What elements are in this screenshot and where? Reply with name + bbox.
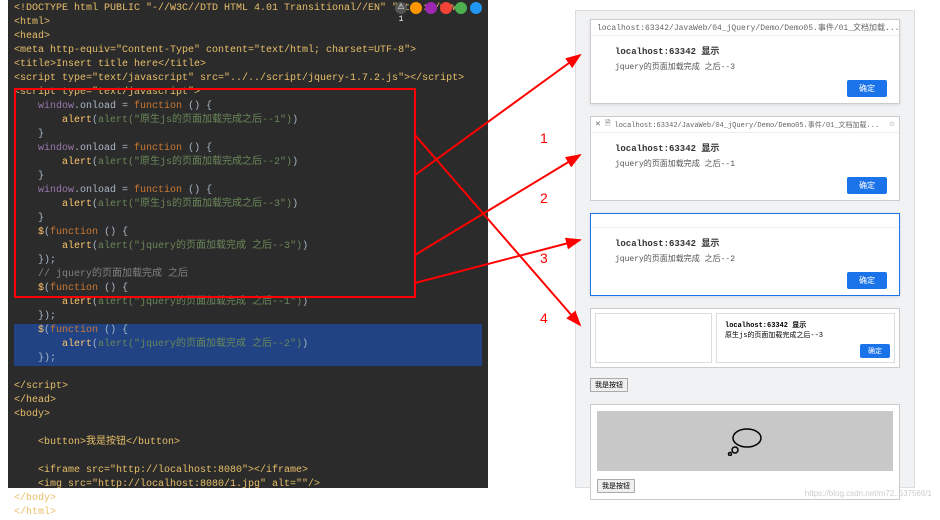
dialog-url: [591, 214, 899, 228]
code-line: <head>: [14, 30, 482, 44]
code-line-highlighted: });: [14, 352, 482, 366]
code-line: $(function () {: [14, 282, 482, 296]
blue-icon: [470, 2, 482, 14]
circle-icon: [425, 2, 437, 14]
page-image: [597, 411, 893, 471]
dialog-message: jquery的页面加载完成 之后--2: [615, 253, 887, 264]
code-line-highlighted: $(function () {: [14, 324, 482, 338]
code-line-highlighted: alert(alert("jquery的页面加载完成 之后--2")): [14, 338, 482, 352]
code-line: [14, 422, 482, 436]
code-line: <title>Insert title here</title>: [14, 58, 482, 72]
code-line: alert(alert("jquery的页面加载完成 之后--3")): [14, 240, 482, 254]
dialog-host: localhost:63342 显示: [725, 320, 886, 330]
alert-dialog-3: localhost:63342 显示 jquery的页面加载完成 之后--2 确…: [590, 213, 900, 296]
step-label-2: 2: [540, 190, 548, 206]
code-line: </script>: [14, 380, 482, 394]
dialog-message: jquery的页面加载完成 之后--1: [615, 158, 887, 169]
step-label-3: 3: [540, 250, 548, 266]
code-line: });: [14, 254, 482, 268]
code-line: window.onload = function () {: [14, 142, 482, 156]
dialog-message: jquery的页面加载完成 之后--3: [615, 61, 887, 72]
code-line: </body>: [14, 492, 482, 506]
code-line: $(function () {: [14, 226, 482, 240]
url-text: localhost:63342/JavaWeb/04_jQuery/Demo/D…: [615, 120, 885, 130]
code-line: window.onload = function () {: [14, 100, 482, 114]
code-line: <meta http-equiv="Content-Type" content=…: [14, 44, 482, 58]
dialog-host: localhost:63342 显示: [615, 236, 887, 249]
rendered-page: 我是按钮: [590, 404, 900, 500]
code-line: window.onload = function () {: [14, 184, 482, 198]
code-line: <script type="text/javascript">: [14, 86, 482, 100]
code-line: [14, 450, 482, 464]
code-editor[interactable]: ⚠ 1 <!DOCTYPE html PUBLIC "-//W3C//DTD H…: [8, 0, 488, 488]
browser-bar: ✕ 🗎 localhost:63342/JavaWeb/04_jQuery/De…: [591, 117, 899, 133]
page-button[interactable]: 我是按钮: [590, 378, 628, 392]
star-icon[interactable]: ☆: [889, 120, 895, 129]
red-icon: [440, 2, 452, 14]
step-label-4: 4: [540, 310, 548, 326]
code-line: <body>: [14, 408, 482, 422]
code-line: <html>: [14, 16, 482, 30]
ok-button[interactable]: 确定: [860, 344, 890, 358]
dialog-host: localhost:63342 显示: [615, 141, 887, 154]
editor-toolbar: ⚠ 1: [395, 2, 482, 14]
pie-icon: [410, 2, 422, 14]
code-line: alert(alert("原生js的页面加载完成之后--1")): [14, 114, 482, 128]
alert-dialog-1: localhost:63342/JavaWeb/04_jQuery/Demo/D…: [590, 19, 900, 104]
code-line: alert(alert("原生js的页面加载完成之后--2")): [14, 156, 482, 170]
tab-icon: 🗎: [605, 119, 611, 130]
code-line: <img src="http://localhost:8080/1.jpg" a…: [14, 478, 482, 492]
page-button[interactable]: 我是按钮: [597, 479, 635, 493]
close-icon[interactable]: ✕: [595, 120, 601, 129]
ok-button[interactable]: 确定: [847, 177, 887, 194]
dialog-host: localhost:63342 显示: [615, 44, 887, 57]
code-line: }: [14, 170, 482, 184]
thought-bubble-icon: [725, 426, 765, 456]
alert-dialog-4: localhost:63342 显示 原生js的页面加载完成之后--3 确定: [590, 308, 900, 368]
code-line: });: [14, 310, 482, 324]
watermark: https://blog.csdn.net/m72..637566/1: [805, 489, 932, 498]
green-icon: [455, 2, 467, 14]
code-line: </html>: [14, 506, 482, 520]
code-line: // jquery的页面加载完成 之后: [14, 268, 482, 282]
code-line: [14, 366, 482, 380]
output-panel: localhost:63342/JavaWeb/04_jQuery/Demo/D…: [575, 10, 915, 488]
code-line: <button>我是按钮</button>: [14, 436, 482, 450]
code-line: }: [14, 128, 482, 142]
code-line: }: [14, 212, 482, 226]
code-line: <iframe src="http://localhost:8080"></if…: [14, 464, 482, 478]
dialog-message: 原生js的页面加载完成之后--3: [725, 330, 886, 340]
ok-button[interactable]: 确定: [847, 80, 887, 97]
code-line: </head>: [14, 394, 482, 408]
code-line: alert(alert("原生js的页面加载完成之后--3")): [14, 198, 482, 212]
ok-button[interactable]: 确定: [847, 272, 887, 289]
code-line: alert(alert("jquery的页面加载完成 之后--1")): [14, 296, 482, 310]
code-line: <script type="text/javascript" src="../.…: [14, 72, 482, 86]
alert-dialog-2: ✕ 🗎 localhost:63342/JavaWeb/04_jQuery/De…: [590, 116, 900, 201]
warning-badge: ⚠ 1: [395, 2, 407, 14]
step-label-1: 1: [540, 130, 548, 146]
dialog-url: localhost:63342/JavaWeb/04_jQuery/Demo/D…: [591, 20, 899, 36]
